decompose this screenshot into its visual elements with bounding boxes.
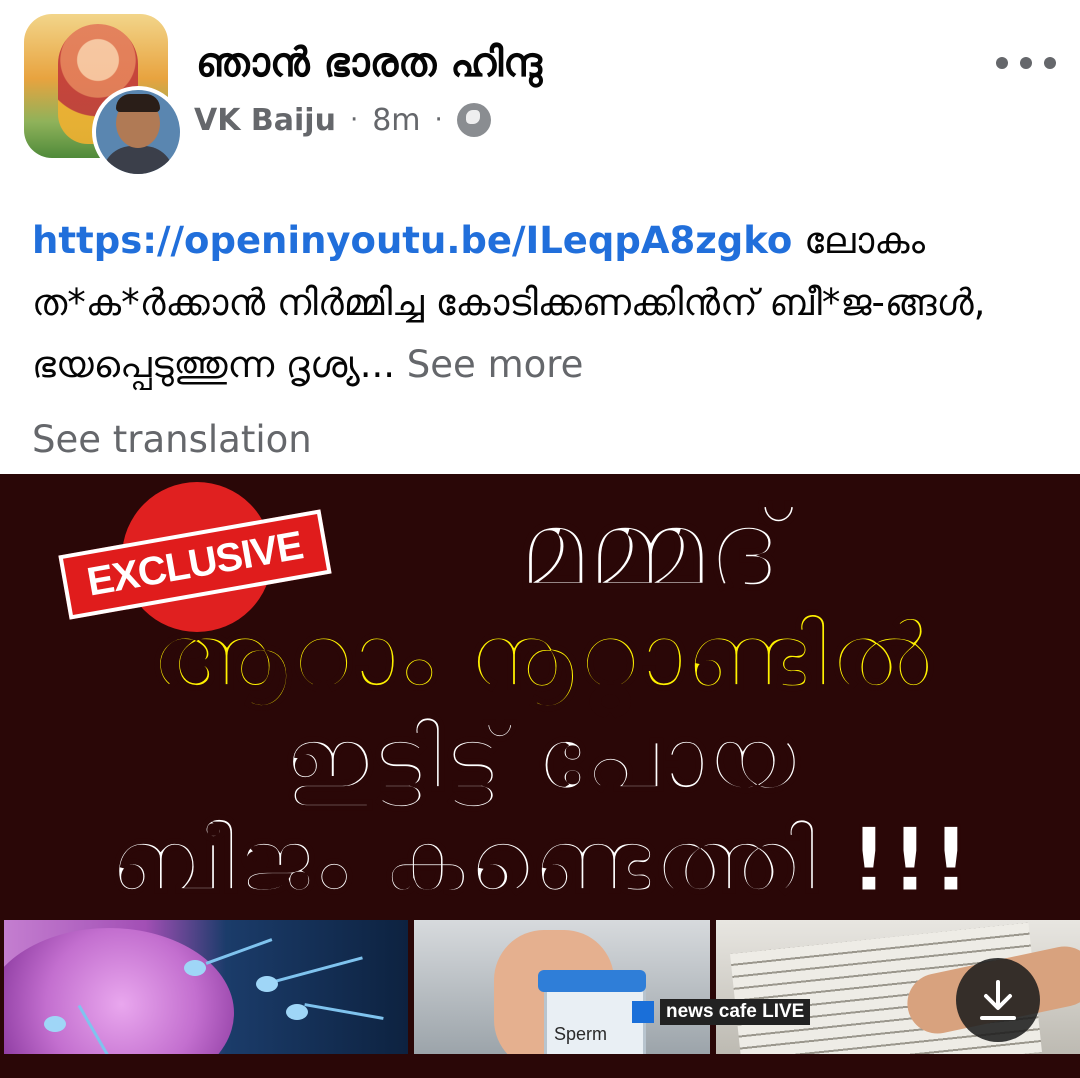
headline-line-2: ആറാം നൂറ്റാണ്ടിൽ [148, 601, 933, 711]
see-more-link[interactable]: See more [407, 343, 584, 386]
avatar-hair [116, 94, 160, 112]
see-translation-link[interactable]: See translation [32, 418, 312, 461]
separator-dot: · [349, 105, 359, 135]
post-time[interactable]: 8m [372, 103, 420, 138]
channel-logo-mark [632, 1001, 654, 1023]
egg-cell [4, 928, 234, 1054]
author-name[interactable]: VK Baiju [194, 103, 336, 138]
sperm-cell [184, 960, 206, 976]
author-avatar[interactable] [92, 86, 184, 178]
headline-line-4: ബീജം കണ്ടെത്തി !!! [107, 807, 973, 915]
sperm-cell [44, 1016, 66, 1032]
cup-lid [538, 970, 646, 992]
sperm-illustration [4, 920, 408, 1054]
photo-strip: Sperm [0, 920, 1080, 1078]
headline-line-3: ഇട്ടിട്ട് പോയ [281, 705, 799, 813]
channel-name: news cafe LIVE [660, 999, 811, 1025]
more-horizontal-icon [1020, 57, 1032, 69]
group-name[interactable]: ഞാൻ ഭാരത ഹിന്ദു [196, 40, 542, 86]
sperm-cell [256, 976, 278, 992]
sperm-tail [304, 1003, 384, 1020]
channel-logo: news cafe LIVE [632, 999, 811, 1025]
post-meta: VK Baiju · 8m · [194, 100, 491, 140]
sperm-tail [275, 956, 363, 983]
more-options-button[interactable] [996, 48, 1056, 78]
cup-label: Sperm [554, 1024, 608, 1044]
download-icon [980, 980, 1016, 1020]
post-text: https://openinyoutu.be/ILeqpA8zgko ലോകം … [32, 210, 1062, 396]
link-preview-thumbnail[interactable]: EXCLUSIVE മമ്മദ് ആറാം നൂറ്റാണ്ടിൽ ഇട്ടിട… [0, 474, 1080, 1078]
sperm-tail [205, 938, 273, 965]
globe-icon [456, 103, 491, 137]
avatar-shirt [102, 146, 174, 174]
headline-line-1: മമ്മദ് [515, 483, 785, 614]
sample-cup-photo: Sperm [414, 920, 710, 1054]
more-horizontal-icon [996, 57, 1008, 69]
post-link[interactable]: https://openinyoutu.be/ILeqpA8zgko [32, 219, 792, 262]
download-button[interactable] [956, 958, 1040, 1042]
separator-dot: · [434, 105, 443, 135]
more-horizontal-icon [1044, 57, 1056, 69]
sperm-cell [286, 1004, 308, 1020]
